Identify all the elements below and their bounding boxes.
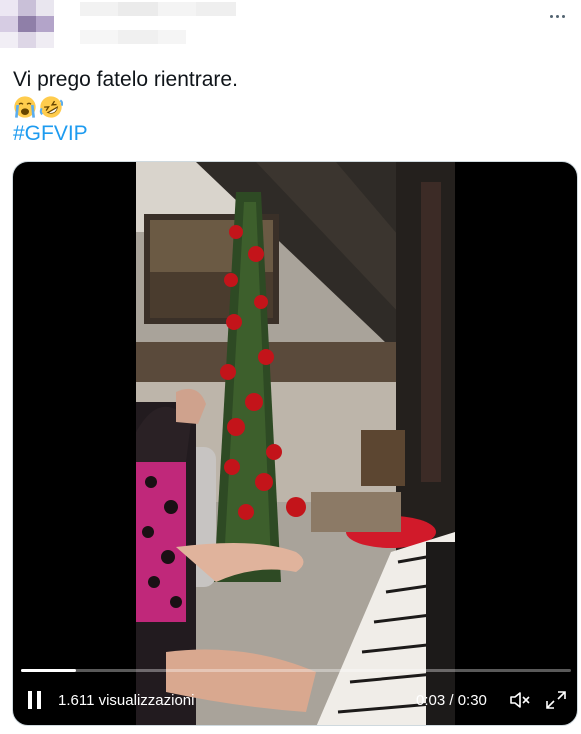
pause-icon[interactable] <box>27 691 43 709</box>
emoji-row <box>13 94 568 120</box>
tweet-header <box>0 0 581 52</box>
blurred-author-info <box>0 0 250 52</box>
video-controls: 1.611 visualizzazioni 0:03 / 0:30 <box>13 659 577 725</box>
tweet-text: Vi prego fatelo rientrare. <box>13 68 238 91</box>
more-options-button[interactable] <box>543 6 571 26</box>
view-count: 1.611 visualizzazioni <box>58 692 195 709</box>
dot-icon <box>549 14 553 18</box>
dot-icon <box>561 14 565 18</box>
video-still-image <box>136 162 455 725</box>
loudly-crying-face-emoji-icon <box>14 96 36 118</box>
hashtag-link[interactable]: #GFVIP <box>13 121 88 147</box>
dot-icon <box>555 14 559 18</box>
progress-fill <box>21 669 76 672</box>
playback-time: 0:03 / 0:30 <box>416 692 487 709</box>
rolling-on-floor-laughing-emoji-icon <box>39 96 63 118</box>
tweet-body: Vi prego fatelo rientrare. #GFVIP <box>13 67 568 147</box>
fullscreen-icon[interactable] <box>545 690 567 710</box>
progress-bar[interactable] <box>21 669 571 672</box>
video-player[interactable]: 1.611 visualizzazioni 0:03 / 0:30 <box>12 161 578 726</box>
muted-speaker-icon[interactable] <box>509 690 531 710</box>
video-frame[interactable] <box>136 162 455 725</box>
